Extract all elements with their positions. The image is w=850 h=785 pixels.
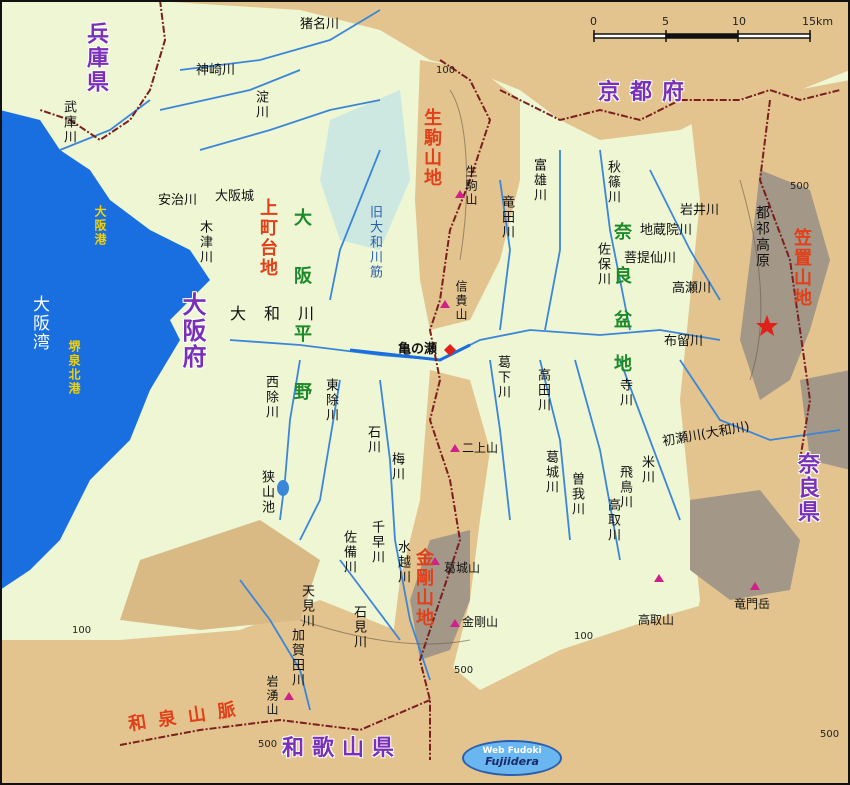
label-hyogo: 兵庫県: [83, 22, 108, 94]
scale-tick-5: 5: [662, 15, 669, 28]
label-osaka-plain: 大阪平野: [291, 208, 312, 440]
label-river-aji: 安治川: [158, 193, 198, 208]
label-river-mizukoshi: 水越川: [395, 540, 410, 585]
label-river-muko: 武庫川: [61, 100, 76, 145]
label-river-akishino: 秋篠川: [605, 160, 620, 205]
label-river-yodo: 淀川: [253, 90, 268, 120]
label-river-furu: 布留川: [664, 334, 704, 349]
label-river-ishi: 石川: [365, 425, 380, 455]
label-sakai-senboku-port: 堺泉北港: [67, 340, 81, 396]
label-ikoma-mountains: 生駒山地: [421, 108, 442, 188]
label-river-takase: 高瀬川: [672, 281, 712, 296]
label-river-kizu: 木津川: [197, 220, 212, 265]
label-kyoto: 京都府: [598, 80, 695, 105]
label-peak-kongo: 金剛山: [462, 615, 499, 629]
label-tsuge-plateau: 都祁高原: [754, 205, 770, 269]
label-osaka: 大阪府: [178, 292, 206, 370]
label-river-nishiyoke: 西除川: [263, 375, 278, 420]
label-sayamaike: 狭山池: [259, 470, 274, 515]
contour-label: 500: [258, 739, 278, 750]
scale-tick-0: 0: [590, 15, 597, 28]
scale-tick-15: 15km: [802, 15, 834, 28]
label-nara: 奈良県: [794, 452, 819, 524]
label-river-katsuge: 葛下川: [495, 355, 510, 400]
label-peak-shigi: 信貴山: [454, 280, 468, 322]
label-river-ishimi: 石見川: [351, 605, 366, 650]
label-river-sabi: 佐備川: [341, 530, 356, 575]
label-river-katsuragi: 葛城川: [543, 450, 558, 495]
label-peak-ikoma: 生駒山: [464, 165, 478, 207]
label-river-bodaisen: 菩提仙川: [624, 251, 677, 266]
label-river-asuka: 飛鳥川: [617, 465, 632, 510]
label-river-higashiyoke: 東除川: [323, 378, 338, 423]
label-river-tatsuta: 竜田川: [499, 195, 514, 240]
label-river-chihaya: 千早川: [369, 520, 384, 565]
contour-label: 100: [436, 65, 456, 76]
label-river-jizoin: 地蔵院川: [640, 223, 693, 238]
map: 兵庫県 京都府 大阪府 奈良県 和歌山県 大阪湾 大阪港 堺泉北港 生駒山地 金…: [0, 0, 850, 785]
label-uemachi-plateau: 上町台地: [257, 198, 278, 278]
label-wakayama: 和歌山県: [282, 736, 403, 761]
label-peak-nijo: 二上山: [462, 441, 499, 455]
label-river-soga: 曽我川: [569, 472, 584, 517]
label-river-kanzaki: 神崎川: [196, 63, 236, 78]
contour-label: 100: [574, 631, 594, 642]
label-river-tera: 寺川: [617, 378, 632, 408]
label-river-tomio: 富雄川: [531, 158, 546, 203]
label-river-ina: 猪名川: [300, 17, 340, 32]
label-osaka-port: 大阪港: [93, 205, 107, 247]
label-river-yone: 米川: [639, 455, 654, 485]
label-osaka-castle: 大阪城: [215, 189, 255, 204]
label-nara-basin: 奈良盆地: [611, 222, 632, 398]
logo-line2: Fujiidera: [485, 755, 539, 768]
contour-label: 500: [820, 729, 840, 740]
label-river-kaga: 加賀田川: [289, 628, 304, 688]
label-peak-iwawaki: 岩湧山: [265, 675, 279, 717]
label-river-yamato: 大和川: [230, 304, 333, 323]
contour-label: 100: [72, 625, 92, 636]
label-river-takada: 高田川: [535, 368, 550, 413]
scale-tick-10: 10: [732, 15, 746, 28]
label-kamenose: 亀の瀬: [398, 342, 438, 357]
label-osaka-bay: 大阪湾: [29, 295, 49, 352]
label-kongo-mountains: 金剛山地: [413, 548, 434, 628]
label-peak-ryumon: 竜門岳: [734, 597, 771, 611]
label-river-iwai: 岩井川: [680, 203, 720, 218]
contour-label: 500: [454, 665, 474, 676]
web-fudoki-logo[interactable]: Web Fudoki Fujiidera: [462, 740, 562, 776]
label-peak-katsuragi: 葛城山: [444, 561, 481, 575]
label-river-old-yamato: 旧大和川筋: [367, 205, 382, 280]
label-peak-takatori: 高取山: [638, 613, 675, 627]
label-river-ume: 梅川: [389, 452, 404, 482]
label-river-amami: 天見川: [299, 584, 314, 629]
label-kasagi-mountains: 笠置山地: [791, 228, 812, 308]
label-river-sao: 佐保川: [595, 242, 610, 287]
contour-label: 500: [790, 181, 810, 192]
